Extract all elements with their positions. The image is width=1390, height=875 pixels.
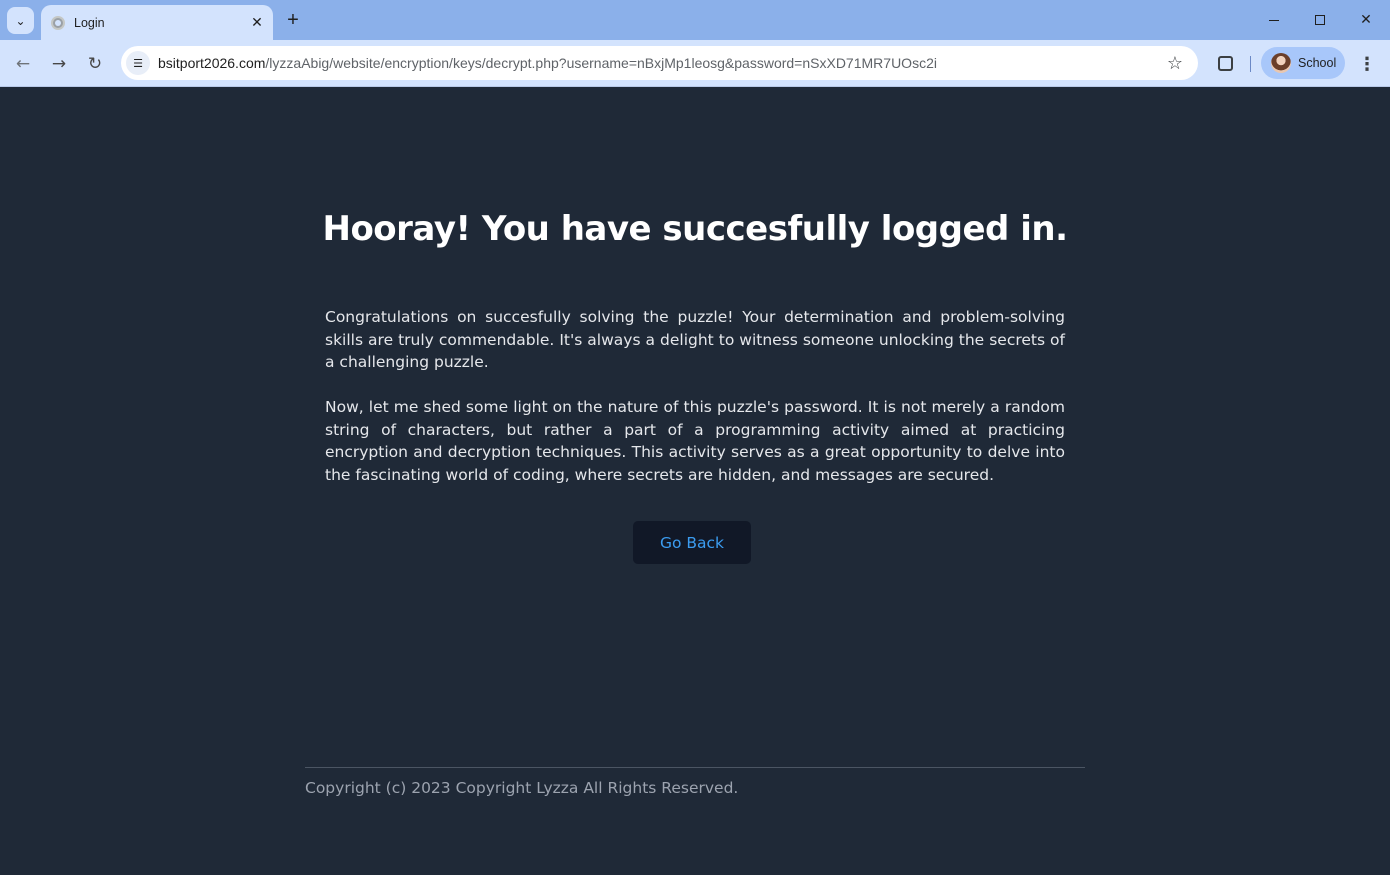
url-path: /lyzzaAbig/website/encryption/keys/decry… [265,55,937,71]
url-host: bsitport2026.com [158,55,265,71]
page-content: Hooray! You have succesfully logged in. … [0,88,1390,875]
arrow-right-icon: → [52,54,66,74]
globe-icon [51,16,65,30]
address-bar[interactable]: ☰ bsitport2026.com/lyzzaAbig/website/enc… [121,46,1198,80]
footer-divider [305,767,1085,768]
toolbar-divider [1250,56,1251,72]
close-window-button[interactable]: ✕ [1343,0,1389,40]
go-back-button[interactable]: Go Back [633,521,751,564]
maximize-button[interactable] [1297,0,1343,40]
close-icon: ✕ [1360,12,1372,28]
tab-title: Login [74,16,246,30]
star-icon[interactable]: ☆ [1160,48,1190,78]
back-button[interactable]: ← [8,49,38,79]
kebab-menu-icon: ⋮ [1358,54,1376,75]
avatar [1271,53,1291,73]
extensions-button[interactable] [1211,49,1239,77]
tab-strip: ⌄ Login ✕ + ✕ [0,0,1390,40]
arrow-left-icon: ← [16,54,30,74]
minimize-icon [1269,20,1279,21]
minimize-button[interactable] [1251,0,1297,40]
tune-icon[interactable]: ☰ [126,51,150,75]
browser-toolbar: ← → ↻ ☰ bsitport2026.com/lyzzaAbig/websi… [0,40,1390,87]
browser-tab[interactable]: Login ✕ [41,5,273,40]
url-text[interactable]: bsitport2026.com/lyzzaAbig/website/encry… [158,55,1160,71]
close-icon[interactable]: ✕ [246,12,268,34]
profile-button[interactable]: School [1261,47,1345,79]
chevron-down-icon: ⌄ [15,14,25,28]
reload-button[interactable]: ↻ [80,49,110,79]
puzzle-icon [1218,56,1233,71]
forward-button[interactable]: → [44,49,74,79]
copyright-text: Copyright (c) 2023 Copyright Lyzza All R… [305,779,738,797]
reload-icon: ↻ [88,54,102,74]
tab-search-button[interactable]: ⌄ [7,7,34,34]
browser-menu-button[interactable]: ⋮ [1354,49,1380,79]
profile-label: School [1298,56,1336,70]
congratulations-paragraph: Congratulations on succesfully solving t… [325,306,1065,374]
page-title: Hooray! You have succesfully logged in. [0,209,1390,249]
maximize-icon [1315,15,1325,25]
password-explanation-paragraph: Now, let me shed some light on the natur… [325,396,1065,486]
plus-icon: + [287,9,299,32]
new-tab-button[interactable]: + [280,7,306,33]
